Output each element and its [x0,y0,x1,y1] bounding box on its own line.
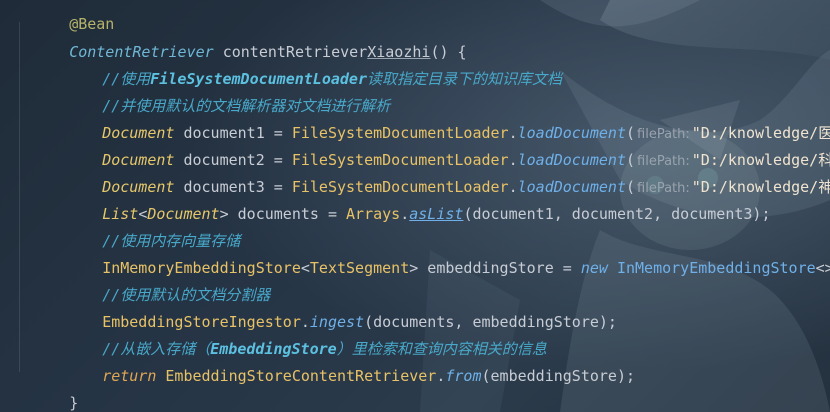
call-args: (embeddingStore); [481,367,636,385]
comment-suffix: 读取指定目录下的知识库文档 [367,70,563,88]
variable-name: embeddingStore [418,259,563,277]
call-args: (document1, document2, document3); [463,205,771,223]
code-line-11[interactable]: //使用默认的文档分割器 [15,265,270,304]
assign-op: = [562,259,581,277]
variable-name: documents [228,205,328,223]
code-line-9[interactable]: //使用内存向量存储 [15,211,240,250]
code-line-1[interactable]: @Bean [15,0,114,33]
code-line-5[interactable]: Document document1 = FileSystemDocumentL… [15,103,830,142]
type-argument: TextSegment [309,259,410,277]
generic-open: < [300,259,310,277]
generic-close: > [409,259,419,277]
code-editor[interactable]: @Bean ContentRetriever contentRetrieverX… [0,0,830,412]
class-name: EmbeddingStoreContentRetriever [165,367,437,385]
dot: . [400,205,410,223]
assign-op: = [327,205,347,223]
constructor-class: InMemoryEmbeddingStore [616,259,816,277]
code-line-12[interactable]: EmbeddingStoreIngestor.ingest(documents,… [15,292,617,331]
code-line-10[interactable]: InMemoryEmbeddingStore <TextSegment> embe… [15,238,830,277]
new-keyword: new [580,259,617,277]
method-call: asList [409,205,464,223]
code-line-15[interactable]: } [15,373,78,412]
method-call: from [445,367,482,385]
code-line-2[interactable]: ContentRetriever contentRetrieverXiaozhi… [15,22,466,61]
code-line-4[interactable]: //并使用默认的文档解析器对文档进行解析 [15,76,390,115]
closing-brace: } [69,394,79,412]
code-line-14[interactable]: return EmbeddingStoreContentRetriever.fr… [15,346,635,385]
constructor-tail: <>(); [815,259,830,277]
code-area[interactable]: @Bean ContentRetriever contentRetrieverX… [0,0,830,412]
code-line-13[interactable]: //从嵌入存储（EmbeddingStore）里检索和查询内容相关的信息 [15,319,547,358]
code-line-6[interactable]: Document document2 = FileSystemDocumentL… [15,130,830,169]
code-line-7[interactable]: Document document3 = FileSystemDocumentL… [15,157,830,196]
code-line-8[interactable]: List<Document> documents = Arrays.asList… [15,184,770,223]
class-name: Arrays [346,205,401,223]
code-line-3[interactable]: //使用FileSystemDocumentLoader读取指定目录下的知识库文… [15,49,562,88]
return-keyword: return [102,367,166,385]
